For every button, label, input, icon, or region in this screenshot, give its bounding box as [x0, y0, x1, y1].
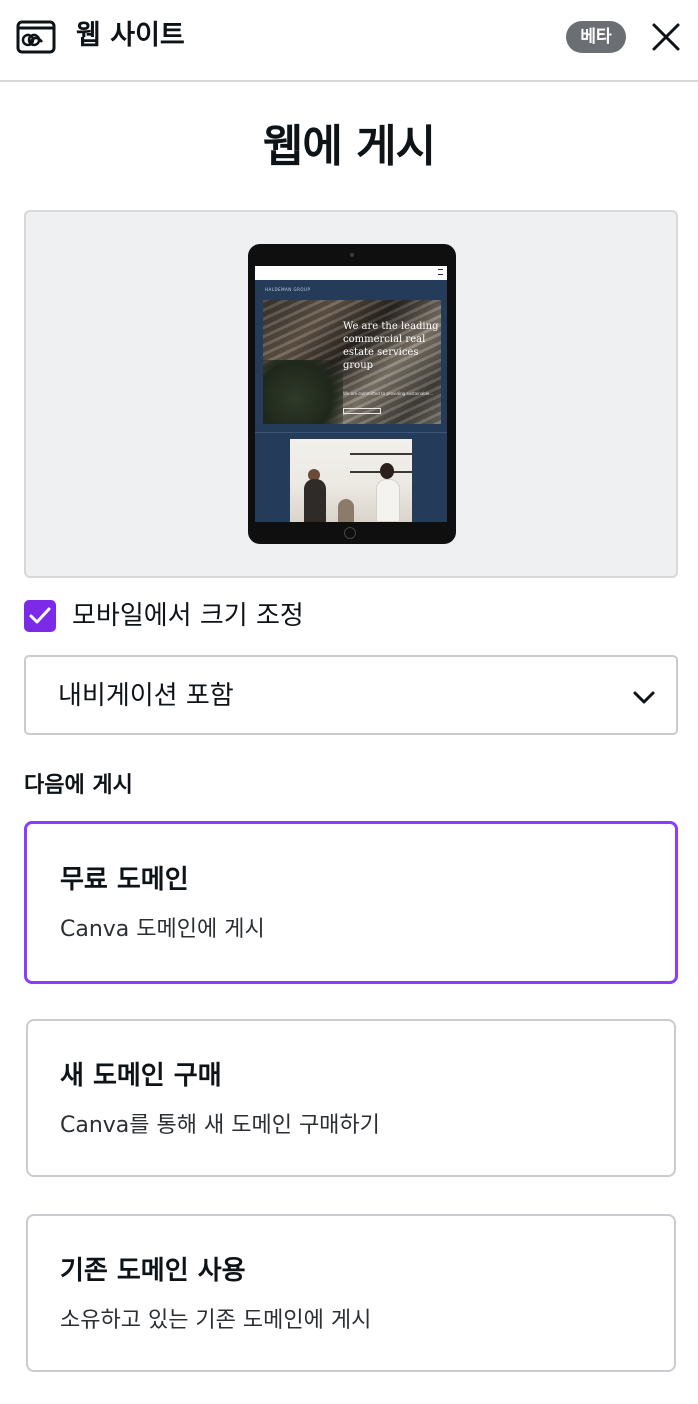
tablet-home-button	[344, 527, 356, 539]
checkmark-icon	[29, 607, 51, 624]
panel-title: 웹 사이트	[76, 20, 185, 51]
header: 웹 사이트 베타	[0, 0, 698, 82]
resize-on-mobile-checkbox[interactable]	[24, 600, 56, 632]
option-title: 기존 도메인 사용	[60, 1256, 246, 1286]
website-preview: HALDEMAN GROUP We are the leading commer…	[24, 210, 678, 578]
tablet-mockup: HALDEMAN GROUP We are the leading commer…	[248, 244, 456, 544]
page-title: 웹에 게시	[262, 121, 436, 172]
navigation-select[interactable]: 내비게이션 포함	[24, 655, 678, 735]
website-icon	[16, 20, 56, 54]
buy-new-domain-option[interactable]: 새 도메인 구매 Canva를 통해 새 도메인 구매하기	[26, 1019, 676, 1177]
free-domain-option[interactable]: 무료 도메인 Canva 도메인에 게시	[24, 821, 678, 984]
preview-hero-image: We are the leading commercial real estat…	[263, 300, 441, 424]
publish-to-label: 다음에 게시	[24, 773, 133, 798]
menu-icon	[438, 269, 443, 275]
preview-topbar	[255, 266, 447, 280]
chevron-down-icon	[633, 691, 655, 704]
preview-hero-heading: We are the leading commercial real estat…	[343, 321, 439, 371]
navigation-select-value: 내비게이션 포함	[58, 681, 234, 711]
beta-badge: 베타	[566, 21, 626, 53]
tablet-camera	[350, 253, 354, 257]
option-description: Canva 도메인에 게시	[60, 917, 265, 942]
option-title: 무료 도메인	[60, 865, 189, 895]
preview-brand: HALDEMAN GROUP	[265, 287, 311, 292]
option-description: 소유하고 있는 기존 도메인에 게시	[60, 1308, 372, 1333]
preview-hero-subtext: We are committed to providing sustainabl…	[343, 391, 434, 396]
preview-team-photo	[290, 439, 412, 522]
existing-domain-option[interactable]: 기존 도메인 사용 소유하고 있는 기존 도메인에 게시	[26, 1214, 676, 1372]
option-title: 새 도메인 구매	[60, 1061, 222, 1091]
close-icon[interactable]	[648, 19, 684, 55]
option-description: Canva를 통해 새 도메인 구매하기	[60, 1113, 380, 1138]
resize-on-mobile-label: 모바일에서 크기 조정	[72, 601, 304, 631]
preview-hero-button	[343, 408, 381, 414]
tablet-screen: HALDEMAN GROUP We are the leading commer…	[255, 266, 447, 522]
